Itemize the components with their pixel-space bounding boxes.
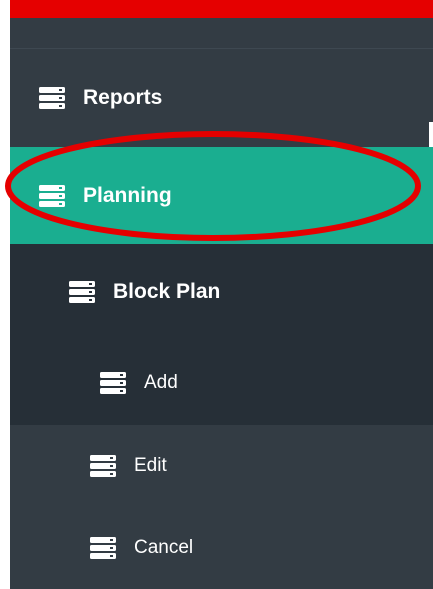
sidebar-item-planning[interactable]: Planning: [10, 147, 433, 244]
sidebar-item-label: Edit: [134, 455, 167, 476]
server-icon: [90, 455, 116, 477]
sidebar-item-cancel[interactable]: Cancel: [10, 507, 433, 589]
annotation-top-band: [10, 0, 433, 18]
sidebar-item-add[interactable]: Add: [10, 340, 433, 425]
server-icon: [90, 537, 116, 559]
sidebar-item-block-plan[interactable]: Block Plan: [10, 244, 433, 340]
sidebar-item-reports[interactable]: Reports +: [10, 49, 433, 147]
server-icon: [39, 184, 65, 207]
sidebar-item-label: Block Plan: [113, 280, 221, 303]
sidebar-item-edit[interactable]: Edit: [10, 425, 433, 507]
sidebar-item-label: Cancel: [134, 537, 194, 558]
server-icon: [100, 371, 126, 394]
server-icon: [39, 87, 65, 109]
sidebar: Reports + Planning: [10, 0, 433, 589]
screenshot-frame: Reports + Planning: [0, 0, 433, 589]
content-edge: [429, 122, 433, 147]
sidebar-item-label: Reports: [83, 86, 163, 109]
server-icon: [69, 281, 95, 303]
sidebar-item-label: Planning: [83, 183, 172, 207]
sidebar-item-label: Add: [144, 371, 178, 393]
